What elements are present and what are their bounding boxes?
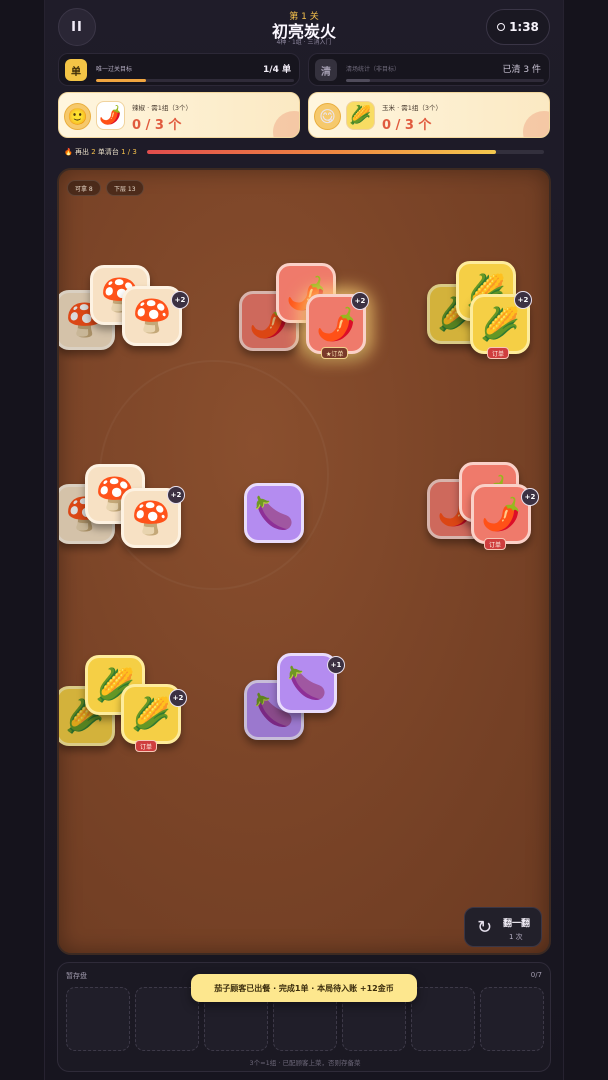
tray-label: 暂存盘 (66, 972, 87, 980)
order-tag: ★订单 (321, 347, 349, 359)
customer-order-corn[interactable]: 😋 🌽 玉米 · 需1组（3个） 0 / 3 个 (308, 92, 550, 138)
corn-icon: 🌽 (346, 101, 375, 130)
streak-suffix: 单清台 (97, 148, 119, 156)
streak-progress-fill (147, 150, 497, 154)
main-goal-label: 唯一过关目标 (96, 66, 133, 73)
stack-extra-count: +2 (171, 291, 189, 309)
pepper-icon: 🌶️ (481, 495, 521, 533)
stack-extra-count: +1 (327, 656, 345, 674)
clock-icon (497, 23, 506, 31)
order-glow (273, 111, 299, 137)
streak-prefix: 🔥 再出 (64, 148, 89, 156)
mushroom-icon: 🍄 (132, 297, 172, 335)
available-count-pill: 可拿 8 (67, 180, 101, 196)
toast-notification: 茄子顾客已出餐 · 完成1单 · 本局待入账 +12金币 (191, 974, 417, 1002)
clear-stats-label: 清场统计（非目标） (346, 66, 401, 73)
eggplant-icon: 🍆 (287, 664, 327, 702)
customer-face-icon: 😋 (314, 103, 341, 130)
clear-stats: 清 清场统计（非目标） 已清 3 件 (308, 53, 550, 86)
streak-highlight: 2 (91, 148, 96, 156)
tray-slot[interactable] (135, 987, 199, 1051)
stack-extra-count: +2 (167, 486, 185, 504)
stack-extra-count: +2 (521, 488, 539, 506)
order-goal-badge: 单 (65, 59, 87, 81)
stack-extra-count: +2 (514, 291, 532, 309)
eggplant-icon: 🍆 (254, 494, 294, 532)
clear-stats-progress-bar (346, 79, 544, 82)
main-goal: 单 唯一过关目标 1/4 单 (58, 53, 300, 86)
corn-icon: 🌽 (480, 305, 520, 343)
game-board: 可拿 8 下层 13 🍄 🍄 🍄 +2 🌶️ 🌶️ 🌶️ +2 ★订单 🌽 🌽 … (57, 168, 551, 955)
below-layer-count-pill: 下层 13 (106, 180, 144, 196)
clear-stats-count: 已清 3 件 (502, 65, 541, 75)
stack-extra-count: +2 (169, 689, 187, 707)
pepper-icon: 🌶️ (96, 101, 125, 130)
main-goal-progress-bar (96, 79, 294, 82)
tray-slot[interactable] (66, 987, 130, 1051)
shuffle-label: 翻一翻 (503, 919, 531, 929)
pepper-icon: 🌶️ (316, 305, 356, 343)
customer-order-pepper[interactable]: 🙂 🌶️ 辣椒 · 需1组（3个） 0 / 3 个 (58, 92, 300, 138)
tray-slot[interactable] (480, 987, 544, 1051)
order-tag: 订单 (135, 740, 158, 752)
streak-progress-bar (147, 150, 544, 154)
order-tag: 订单 (487, 347, 510, 359)
eggplant-tile[interactable]: 🍆 (244, 483, 304, 543)
shuffle-button[interactable]: ↻ 翻一翻 1 次 (464, 907, 542, 947)
customer-face-icon: 🙂 (64, 103, 91, 130)
main-goal-count: 1/4 单 (263, 65, 291, 75)
order-title: 玉米 · 需1组（3个） (382, 104, 442, 112)
order-tag: 订单 (484, 538, 507, 550)
streak-count: 1 / 3 (121, 148, 137, 156)
main-goal-progress-fill (96, 79, 146, 82)
corn-icon: 🌽 (131, 695, 171, 733)
tray-slot[interactable] (411, 987, 475, 1051)
timer-value: 1:38 (509, 20, 539, 34)
streak-label: 🔥 再出 2 单清台 1 / 3 (64, 147, 137, 157)
tray-hint: 3个=1组 · 已配顾客上菜，否则存备菜 (249, 1059, 361, 1067)
refresh-icon: ↻ (477, 917, 493, 938)
stack-extra-count: +2 (351, 292, 369, 310)
timer: 1:38 (486, 9, 550, 45)
order-progress: 0 / 3 个 (382, 118, 432, 133)
tray-count: 0/7 (530, 971, 542, 979)
clear-stats-badge: 清 (315, 59, 337, 81)
order-progress: 0 / 3 个 (132, 118, 182, 133)
order-title: 辣椒 · 需1组（3个） (132, 104, 192, 112)
shuffle-count: 1 次 (509, 933, 523, 941)
clear-stats-progress-fill (346, 79, 370, 82)
mushroom-icon: 🍄 (131, 499, 171, 537)
order-glow (523, 111, 549, 137)
